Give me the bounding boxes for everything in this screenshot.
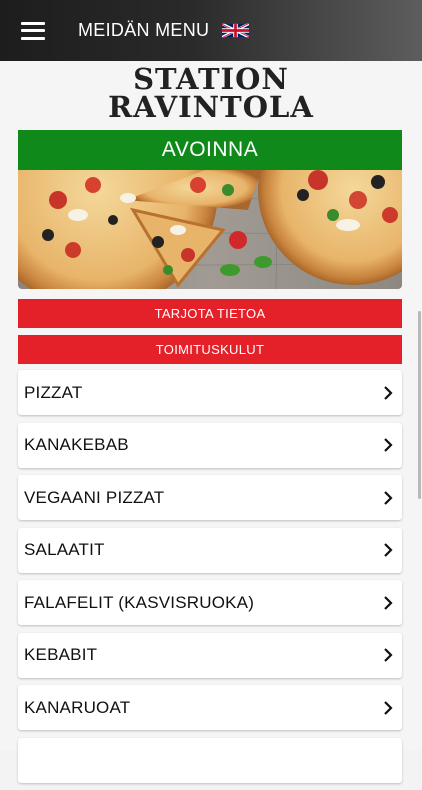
hamburger-menu-icon[interactable] (21, 21, 45, 40)
category-label: KANAKEBAB (24, 435, 129, 454)
category-item-vegaani-pizzat[interactable]: VEGAANI PIZZAT (18, 475, 402, 520)
offer-info-button[interactable]: TARJOTA TIETOA (18, 299, 402, 328)
category-label: VEGAANI PIZZAT (24, 487, 165, 507)
category-item-partial[interactable] (18, 737, 402, 783)
category-item-salaatit[interactable]: SALAATIT (18, 527, 402, 573)
scrollbar[interactable] (418, 311, 421, 499)
restaurant-logo: STATION RAVINTOLA (0, 62, 422, 124)
page-title: MEIDÄN MENU (78, 20, 210, 40)
category-label: KANARUOAT (24, 697, 131, 717)
category-item-kanakebab[interactable]: KANAKEBAB (18, 422, 402, 468)
delivery-costs-button[interactable]: TOIMITUSKULUT (18, 335, 402, 364)
category-label: PIZZAT (24, 382, 83, 402)
logo-line-2: RAVINTOLA (108, 90, 314, 124)
open-status-banner: AVOINNA (18, 130, 402, 170)
chevron-right-icon (384, 490, 393, 505)
chevron-right-icon (384, 595, 393, 610)
chevron-right-icon (384, 385, 393, 400)
logo-line-1: STATION (133, 62, 289, 96)
chevron-right-icon (384, 700, 393, 715)
pizza-hero-image (18, 170, 402, 289)
category-item-pizzat[interactable]: PIZZAT (18, 370, 402, 415)
category-item-kanaruoat[interactable]: KANARUOAT (18, 685, 402, 730)
uk-flag-icon[interactable] (222, 21, 250, 40)
category-list: PIZZAT KANAKEBAB VEGAANI PIZZAT SALAATIT… (18, 370, 402, 790)
main-content: STATION RAVINTOLA AVOINNA TARJOTA TIETOA… (0, 61, 422, 783)
category-label: FALAFELIT (KASVISRUOKA) (24, 592, 255, 612)
top-app-bar: MEIDÄN MENU (0, 0, 422, 61)
chevron-right-icon (384, 648, 393, 662)
category-label: SALAATIT (24, 540, 105, 559)
category-item-falafelit[interactable]: FALAFELIT (KASVISRUOKA) (18, 580, 402, 625)
chevron-right-icon (384, 438, 393, 452)
category-label: KEBABIT (24, 645, 98, 664)
chevron-right-icon (384, 543, 393, 557)
category-item-kebabit[interactable]: KEBABIT (18, 632, 402, 678)
